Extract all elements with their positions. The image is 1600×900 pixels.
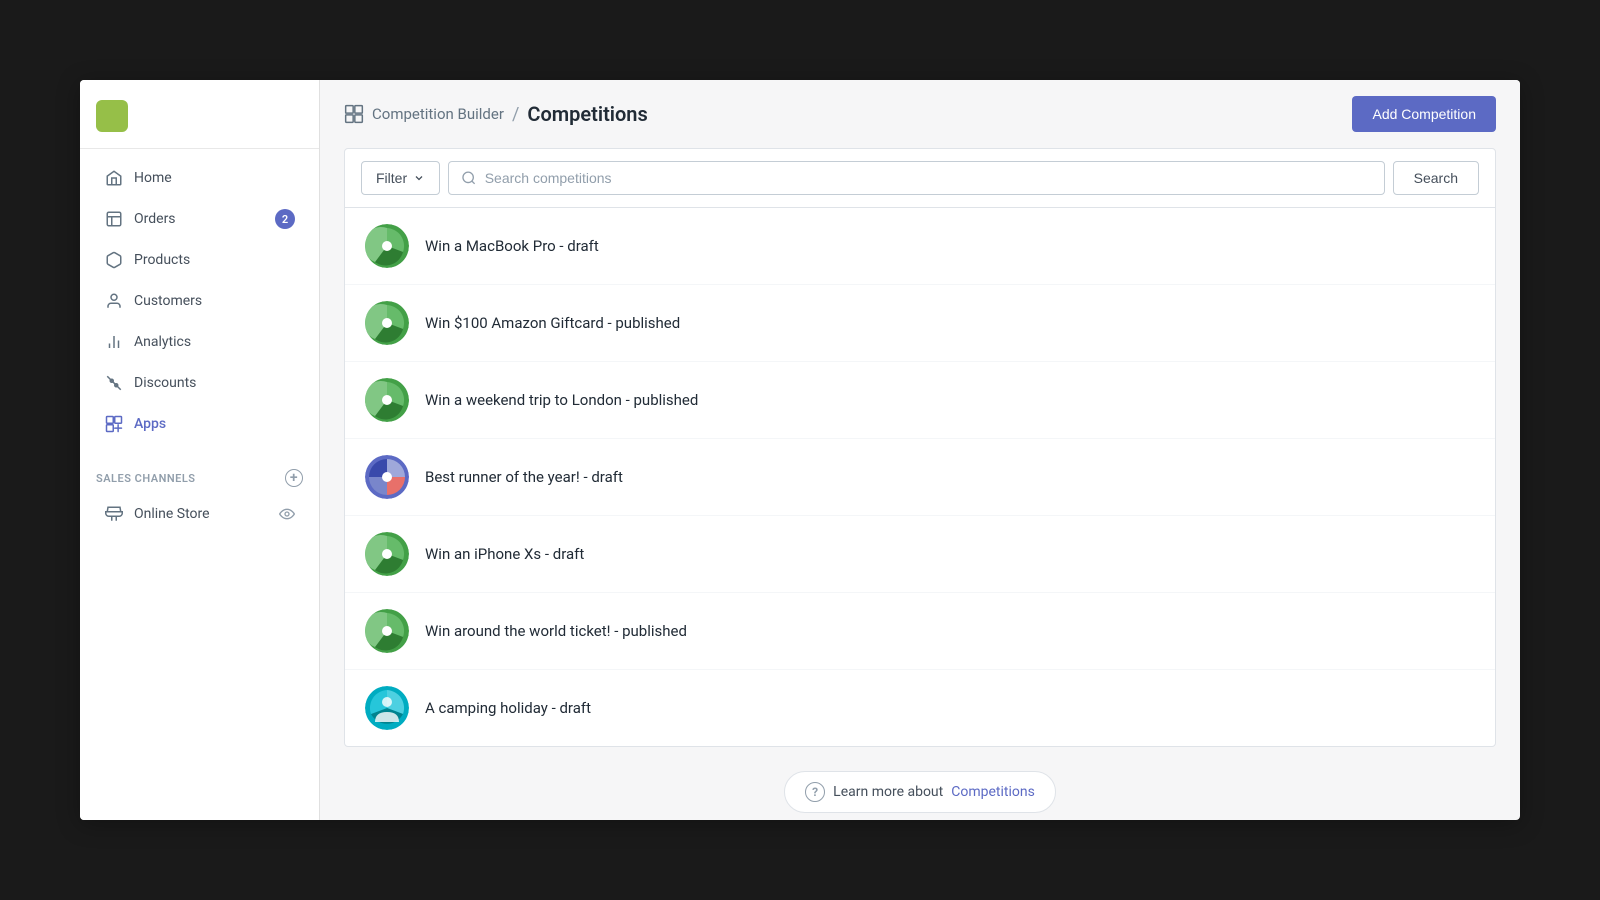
- sidebar-item-apps[interactable]: Apps: [88, 404, 311, 444]
- sidebar-item-discounts[interactable]: Discounts: [88, 363, 311, 403]
- competition-item[interactable]: Win $100 Amazon Giftcard - published: [345, 285, 1495, 362]
- sidebar-item-orders[interactable]: Orders 2: [88, 199, 311, 239]
- footer-learn: ? Learn more about Competitions: [344, 747, 1496, 820]
- chevron-down-icon: [413, 172, 425, 184]
- competition-name: Win a weekend trip to London - published: [425, 391, 698, 409]
- competitions-card: Filter Search: [344, 148, 1496, 747]
- discounts-icon: [104, 373, 124, 393]
- breadcrumb-current: Competitions: [527, 102, 647, 126]
- competition-name: Win $100 Amazon Giftcard - published: [425, 314, 680, 332]
- search-input[interactable]: [485, 170, 1372, 186]
- online-store-label: Online Store: [134, 506, 210, 522]
- competition-avatar: [365, 224, 409, 268]
- add-competition-button[interactable]: Add Competition: [1352, 96, 1496, 132]
- orders-badge: 2: [275, 209, 295, 229]
- sidebar-nav: Home Orders 2: [80, 149, 319, 453]
- eye-icon[interactable]: [279, 506, 295, 522]
- competition-item[interactable]: Win around the world ticket! - published: [345, 593, 1495, 670]
- competition-avatar: [365, 455, 409, 499]
- sidebar-products-label: Products: [134, 252, 295, 268]
- home-icon: [104, 168, 124, 188]
- sidebar-apps-label: Apps: [134, 416, 295, 432]
- sidebar-item-online-store[interactable]: Online Store: [88, 494, 311, 534]
- breadcrumb-separator: /: [512, 104, 519, 125]
- competition-item[interactable]: Best runner of the year! - draft: [345, 439, 1495, 516]
- sidebar-customers-label: Customers: [134, 293, 295, 309]
- sidebar-item-home[interactable]: Home: [88, 158, 311, 198]
- competition-avatar: [365, 532, 409, 576]
- competition-avatar: [365, 609, 409, 653]
- competition-name: Win around the world ticket! - published: [425, 622, 687, 640]
- competition-item[interactable]: Win an iPhone Xs - draft: [345, 516, 1495, 593]
- products-icon: [104, 250, 124, 270]
- competition-name: A camping holiday - draft: [425, 699, 591, 717]
- search-input-wrapper: [448, 161, 1385, 195]
- competition-avatar: [365, 378, 409, 422]
- sidebar: Home Orders 2: [80, 80, 320, 820]
- competition-item[interactable]: A camping holiday - draft: [345, 670, 1495, 746]
- competition-list: Win a MacBook Pro - draft Win $100 Amazo…: [345, 208, 1495, 746]
- sidebar-item-products[interactable]: Products: [88, 240, 311, 280]
- customers-icon: [104, 291, 124, 311]
- sidebar-analytics-label: Analytics: [134, 334, 295, 350]
- competition-name: Win an iPhone Xs - draft: [425, 545, 584, 563]
- competition-name: Win a MacBook Pro - draft: [425, 237, 599, 255]
- filter-button[interactable]: Filter: [361, 161, 440, 195]
- orders-icon: [104, 209, 124, 229]
- online-store-icon: [104, 504, 124, 524]
- sidebar-item-analytics[interactable]: Analytics: [88, 322, 311, 362]
- add-sales-channel-icon[interactable]: +: [285, 469, 303, 487]
- search-icon: [461, 170, 477, 186]
- competition-name: Best runner of the year! - draft: [425, 468, 623, 486]
- competition-builder-icon: [344, 104, 364, 124]
- competition-avatar: [365, 686, 409, 730]
- competition-item[interactable]: Win a weekend trip to London - published: [345, 362, 1495, 439]
- logo-square: [96, 100, 128, 132]
- competition-item[interactable]: Win a MacBook Pro - draft: [345, 208, 1495, 285]
- main-content: Competition Builder / Competitions Add C…: [320, 80, 1520, 820]
- analytics-icon: [104, 332, 124, 352]
- sidebar-discounts-label: Discounts: [134, 375, 295, 391]
- app-wrapper: Home Orders 2: [80, 80, 1520, 820]
- search-bar: Filter Search: [345, 149, 1495, 208]
- content-area: Filter Search: [320, 148, 1520, 820]
- sales-channels-label: SALES CHANNELS: [96, 472, 196, 485]
- breadcrumb: Competition Builder / Competitions: [344, 102, 648, 126]
- learn-text: Learn more about: [833, 784, 943, 800]
- apps-icon: [104, 414, 124, 434]
- sidebar-item-customers[interactable]: Customers: [88, 281, 311, 321]
- sales-channels-section: SALES CHANNELS +: [80, 453, 319, 493]
- top-bar: Competition Builder / Competitions Add C…: [320, 80, 1520, 148]
- competition-avatar: [365, 301, 409, 345]
- sidebar-orders-label: Orders: [134, 211, 275, 227]
- competitions-link[interactable]: Competitions: [951, 784, 1035, 800]
- learn-pill: ? Learn more about Competitions: [784, 771, 1056, 813]
- sidebar-logo: [80, 80, 319, 149]
- search-submit-button[interactable]: Search: [1393, 161, 1479, 195]
- breadcrumb-builder: Competition Builder: [372, 105, 504, 123]
- question-icon: ?: [805, 782, 825, 802]
- filter-label: Filter: [376, 170, 407, 186]
- sidebar-home-label: Home: [134, 170, 295, 186]
